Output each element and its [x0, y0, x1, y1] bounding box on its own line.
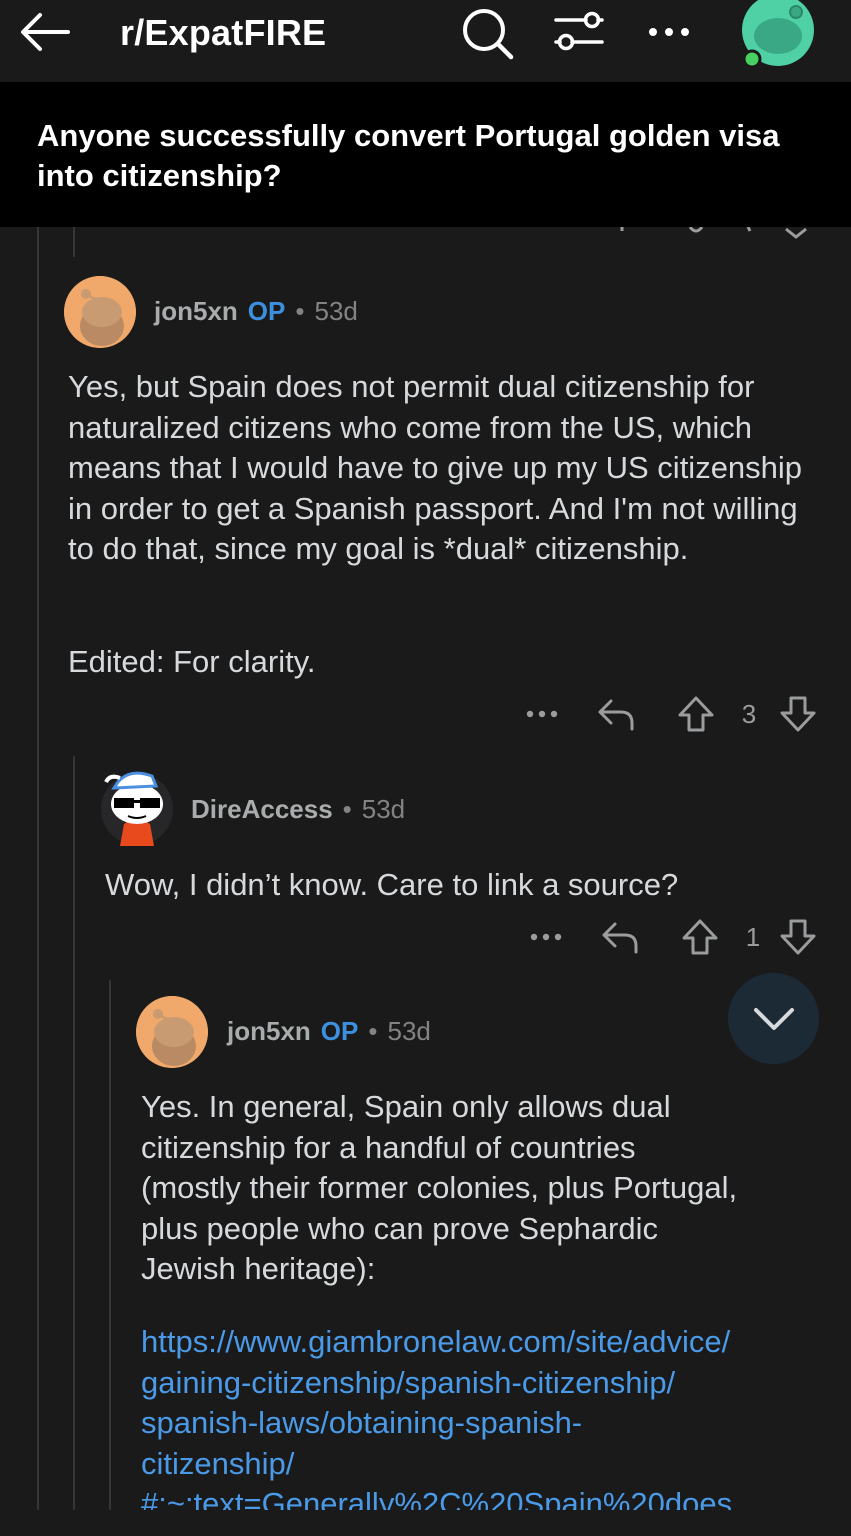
comment-body: Yes, but Spain does not permit dual citi…: [68, 369, 803, 566]
downvote-icon[interactable]: [776, 692, 820, 736]
back-arrow-icon[interactable]: [18, 10, 72, 54]
comment-header: jon5xn OP • 53d: [227, 1016, 431, 1047]
comment-author[interactable]: jon5xn: [227, 1016, 311, 1047]
link-line[interactable]: gaining-citizenship/spanish-citizenship/: [141, 1363, 841, 1404]
comment-author[interactable]: jon5xn: [154, 296, 238, 327]
vote-score: 3: [741, 698, 757, 729]
more-options-icon[interactable]: [644, 14, 694, 50]
separator-dot: •: [368, 1016, 378, 1046]
comment-body: Yes. In general, Spain only allows dual …: [141, 1089, 738, 1286]
snoo-avatar-icon[interactable]: [136, 996, 208, 1068]
collapse-button[interactable]: [728, 973, 819, 1064]
link-line[interactable]: spanish-laws/obtaining-spanish-: [141, 1403, 841, 1444]
more-options-icon[interactable]: [524, 915, 568, 959]
comment-author[interactable]: DireAccess: [191, 794, 333, 825]
snoo-avatar-icon[interactable]: [100, 766, 174, 848]
partial-actions-row: [620, 227, 807, 239]
reply-icon[interactable]: [594, 692, 638, 736]
more-options-icon[interactable]: [520, 692, 564, 736]
comment-age: 53d: [387, 1016, 431, 1046]
search-icon[interactable]: [460, 6, 514, 60]
snoo-avatar-icon[interactable]: [64, 276, 136, 348]
thread-line[interactable]: [109, 980, 111, 1512]
separator-dot: •: [342, 794, 352, 824]
post-title[interactable]: Anyone successfully convert Portugal gol…: [37, 116, 817, 196]
upvote-icon[interactable]: [678, 915, 722, 959]
link-line[interactable]: citizenship/: [141, 1444, 841, 1485]
comment-actions: 3: [520, 692, 820, 736]
source-link[interactable]: https://www.giambronelaw.com/site/advice…: [141, 1322, 841, 1525]
filter-icon[interactable]: [552, 8, 606, 56]
op-badge: OP: [320, 1016, 359, 1046]
link-line[interactable]: https://www.giambronelaw.com/site/advice…: [141, 1322, 841, 1363]
upvote-icon[interactable]: [674, 692, 718, 736]
user-avatar-icon[interactable]: [740, 0, 816, 69]
vote-score: 1: [745, 921, 761, 952]
downvote-icon[interactable]: [776, 915, 820, 959]
thread-line[interactable]: [73, 756, 75, 1512]
thread-line[interactable]: [37, 227, 39, 1512]
comment-age: 53d: [314, 296, 358, 326]
bottom-edge: [0, 1510, 851, 1536]
thread-line[interactable]: [73, 227, 75, 257]
top-nav-bar: r/ExpatFIRE: [0, 0, 851, 82]
separator-dot: •: [295, 296, 305, 326]
comment-age: 53d: [361, 794, 406, 824]
op-badge: OP: [247, 296, 286, 326]
post-title-bar: Anyone successfully convert Portugal gol…: [0, 82, 851, 227]
comment-header: DireAccess • 53d: [191, 794, 405, 825]
subreddit-name[interactable]: r/ExpatFIRE: [120, 12, 326, 54]
chevron-down-icon: [753, 1007, 794, 1030]
comment-body: Wow, I didn’t know. Care to link a sourc…: [105, 867, 679, 902]
comment-edit-note: Edited: For clarity.: [68, 644, 316, 679]
reply-icon[interactable]: [598, 915, 642, 959]
comment-actions: 1: [524, 915, 820, 959]
comment-header: jon5xn OP • 53d: [154, 296, 358, 327]
